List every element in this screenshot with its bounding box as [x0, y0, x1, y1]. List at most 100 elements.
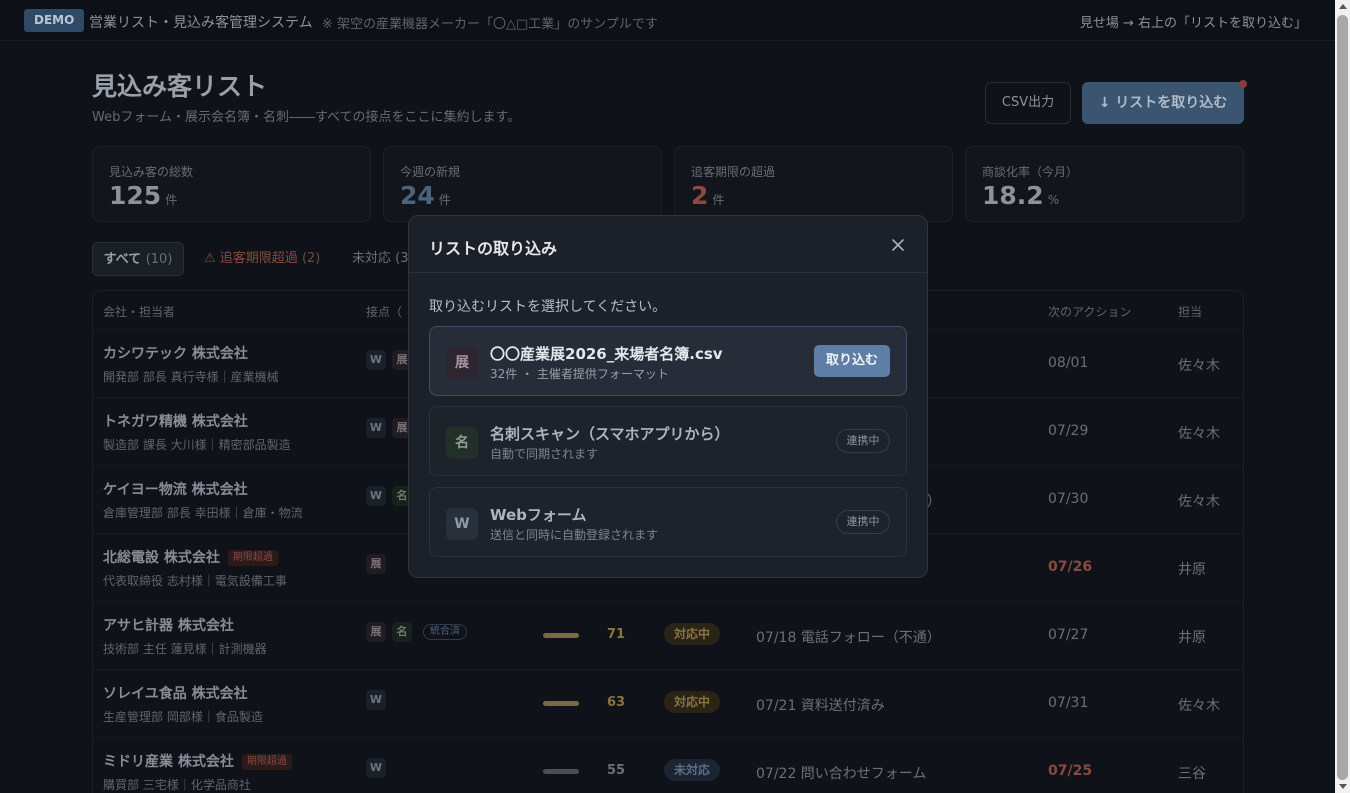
contact-person: 生産管理部 岡部様｜食品製造 — [103, 710, 263, 724]
source-card-chip: 名 — [392, 622, 412, 642]
stat-value: 18.2% — [982, 181, 1060, 210]
owner: 三谷 — [1178, 766, 1206, 782]
owner: 井原 — [1178, 562, 1206, 578]
header-company: 会社・担当者 — [103, 305, 176, 319]
owner: 井原 — [1178, 630, 1206, 646]
next-action-date: 07/26 — [1048, 559, 1093, 575]
modal-prompt: 取り込むリストを選択してください。 — [429, 299, 667, 315]
source-web-chip: W — [366, 690, 386, 710]
last-activity: 07/22 問い合わせフォーム — [756, 766, 927, 782]
company-name: アサヒ計器 株式会社 — [103, 618, 234, 634]
page-scrollbar[interactable] — [1335, 0, 1350, 793]
source-web-chip: W — [366, 350, 386, 370]
header-owner: 担当 — [1178, 305, 1203, 319]
app-note: ※ 架空の産業機器メーカー「〇△□工業」のサンプルです — [322, 17, 658, 32]
score: 63 — [607, 695, 626, 710]
score: 55 — [607, 763, 626, 778]
notification-dot — [1239, 80, 1247, 88]
stat-card-conversion-rate: 商談化率（今月） 18.2% — [965, 146, 1244, 222]
import-list-button[interactable]: ↓ リストを取り込む — [1082, 82, 1244, 124]
status-badge: 対応中 — [664, 623, 721, 645]
tab-all[interactable]: すべて (10) — [92, 242, 184, 276]
score-bar — [543, 701, 579, 706]
owner: 佐々木 — [1178, 494, 1220, 510]
company-name: ソレイユ食品 株式会社 — [103, 686, 248, 702]
stat-value: 24 件 — [400, 181, 451, 210]
table-row[interactable]: ミドリ産業 株式会社 期限超過 購買部 三宅様｜化学品商社 W 55 未対応 07… — [93, 737, 1243, 793]
overdue-badge: 期限超過 — [227, 550, 278, 566]
next-action-date: 08/01 — [1048, 355, 1089, 371]
source-web-chip: W — [366, 486, 386, 506]
contact-person: 代表取締役 志村様｜電気設備工事 — [103, 574, 287, 588]
contact-person: 購買部 三宅様｜化学品商社 — [103, 778, 251, 792]
demo-badge: DEMO — [24, 9, 85, 32]
expo-icon: 展 — [446, 347, 478, 379]
scroll-up-arrow-icon[interactable] — [1339, 4, 1347, 9]
overdue-badge: 期限超過 — [241, 754, 292, 770]
score-bar — [543, 633, 579, 638]
option-name: Webフォーム — [490, 506, 587, 524]
tab-overdue[interactable]: ⚠ 追客期限超過 (2) — [204, 242, 320, 276]
import-option-expo-csv[interactable]: 展 〇〇産業展2026_来場者名簿.csv 32件 ・ 主催者提供フォーマット … — [429, 326, 907, 396]
top-bar: DEMO 営業リスト・見込み客管理システム ※ 架空の産業機器メーカー「〇△□工… — [0, 0, 1335, 41]
option-description: 送信と同時に自動登録されます — [490, 528, 659, 542]
source-web-chip: W — [366, 418, 386, 438]
company-name: カシワテック 株式会社 — [103, 346, 248, 362]
score-bar — [543, 769, 579, 774]
source-expo-chip: 展 — [366, 554, 386, 574]
stat-label: 追客期限の超過 — [691, 165, 776, 179]
source-expo-chip: 展 — [366, 622, 386, 642]
company-name: ケイヨー物流 株式会社 — [103, 482, 248, 498]
last-activity: 07/18 電話フォロー（不通） — [756, 630, 941, 646]
import-option-business-card[interactable]: 名 名刺スキャン（スマホアプリから） 自動で同期されます 連携中 — [429, 406, 907, 476]
tab-untouched[interactable]: 未対応 (3 — [352, 242, 409, 276]
option-name: 〇〇産業展2026_来場者名簿.csv — [490, 345, 723, 363]
stat-label: 今週の新規 — [400, 165, 461, 179]
company-name: 北総電設 株式会社 期限超過 — [103, 547, 278, 567]
contact-person: 倉庫管理部 部長 幸田様｜倉庫・物流 — [103, 506, 303, 520]
web-form-icon: W — [446, 508, 478, 540]
scroll-thumb[interactable] — [1337, 15, 1348, 780]
contact-person: 製造部 課長 大川様｜精密部品製造 — [103, 438, 291, 452]
option-description: 32件 ・ 主催者提供フォーマット — [490, 367, 669, 381]
source-web-chip: W — [366, 758, 386, 778]
status-badge: 未対応 — [664, 759, 721, 781]
import-list-modal: リストの取り込み 取り込むリストを選択してください。 展 〇〇産業展2026_来… — [408, 215, 928, 578]
contact-person: 開発部 部長 真行寺様｜産業機械 — [103, 370, 279, 384]
company-name: ミドリ産業 株式会社 期限超過 — [103, 751, 292, 771]
app-title: 営業リスト・見込み客管理システム — [89, 15, 313, 31]
option-description: 自動で同期されます — [490, 447, 599, 461]
linked-status-badge: 連携中 — [836, 429, 890, 453]
import-button[interactable]: 取り込む — [814, 345, 890, 377]
merged-badge: 統合済 — [423, 624, 467, 640]
stat-card-overdue: 追客期限の超過 2件 — [674, 146, 953, 222]
owner: 佐々木 — [1178, 358, 1220, 374]
table-row[interactable]: アサヒ計器 株式会社 技術部 主任 蓮見様｜計測機器 展 名 統合済 71 対応… — [93, 601, 1243, 669]
page-title: 見込み客リスト — [92, 72, 268, 101]
demo-hint: 見せ場 → 右上の「リストを取り込む」 — [1079, 16, 1307, 31]
next-action-date: 07/27 — [1048, 627, 1089, 643]
business-card-icon: 名 — [446, 427, 478, 459]
score: 71 — [607, 627, 626, 642]
csv-export-button[interactable]: CSV出力 — [985, 82, 1071, 124]
modal-header: リストの取り込み — [409, 216, 927, 273]
header-source: 接点（ — [366, 305, 403, 319]
close-icon[interactable] — [887, 234, 909, 256]
option-name: 名刺スキャン（スマホアプリから） — [490, 425, 730, 443]
stat-value: 125 件 — [109, 181, 178, 210]
scroll-down-arrow-icon[interactable] — [1339, 784, 1347, 789]
contact-person: 技術部 主任 蓮見様｜計測機器 — [103, 642, 267, 656]
stat-label: 見込み客の総数 — [109, 165, 194, 179]
stat-card-new-this-week: 今週の新規 24 件 — [383, 146, 662, 222]
next-action-date: 07/29 — [1048, 423, 1089, 439]
page-subtitle: Webフォーム・展示会名簿・名刺――すべての接点をここに集約します。 — [92, 110, 521, 125]
company-name: トネガワ精機 株式会社 — [103, 414, 248, 430]
last-activity: 07/21 資料送付済み — [756, 698, 885, 714]
header-next-action: 次のアクション — [1048, 305, 1132, 319]
owner: 佐々木 — [1178, 698, 1220, 714]
table-row[interactable]: ソレイユ食品 株式会社 生産管理部 岡部様｜食品製造 W 63 対応中 07/2… — [93, 669, 1243, 737]
stat-label: 商談化率（今月） — [982, 165, 1079, 179]
import-option-web-form[interactable]: W Webフォーム 送信と同時に自動登録されます 連携中 — [429, 487, 907, 557]
stat-card-total: 見込み客の総数 125 件 — [92, 146, 371, 222]
owner: 佐々木 — [1178, 426, 1220, 442]
